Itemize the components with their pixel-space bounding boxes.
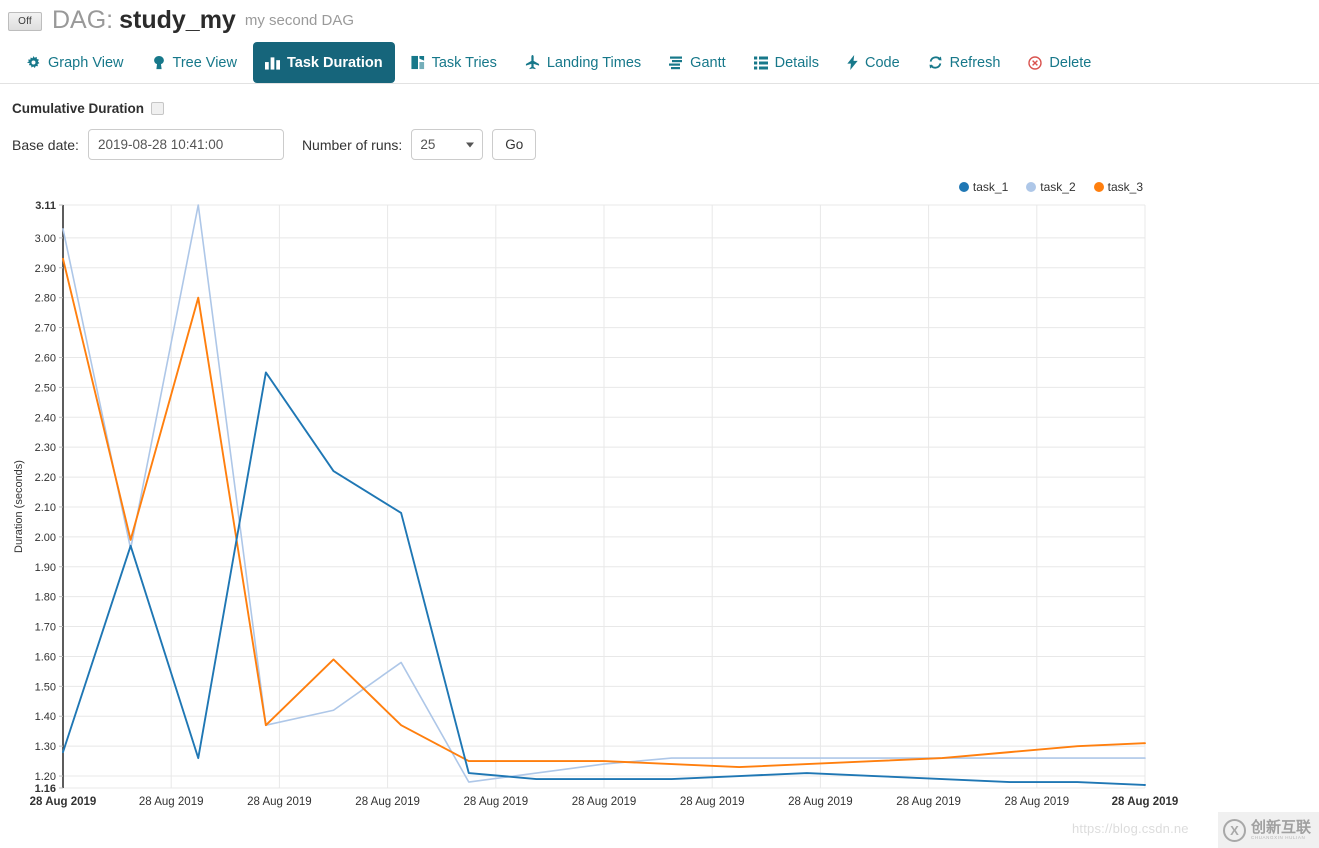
y-tick-label: 1.20 [35, 771, 56, 783]
tab-task-tries[interactable]: Task Tries [399, 42, 509, 83]
dag-id-title: study_my [119, 5, 236, 34]
x-tick-label: 28 Aug 2019 [139, 796, 204, 808]
watermark-brand-subtitle: CHUANGXIN HULIAN [1251, 835, 1306, 841]
cumulative-duration-row: Cumulative Duration [12, 101, 1319, 116]
bolt-icon [847, 55, 858, 70]
chart-y-axis-title: Duration (seconds) [13, 460, 25, 553]
tab-label: Details [774, 54, 819, 71]
dag-pause-toggle[interactable]: Off [8, 11, 42, 31]
y-tick-label: 1.80 [35, 592, 56, 604]
watermark-url: https://blog.csdn.ne [1072, 821, 1189, 836]
tab-delete[interactable]: Delete [1016, 42, 1103, 83]
y-tick-label: 2.40 [35, 412, 56, 424]
x-tick-label: 28 Aug 2019 [464, 796, 529, 808]
y-tick-label: 2.90 [35, 263, 56, 275]
dag-tab-bar: Graph View Tree View Task Duration Task … [0, 42, 1319, 84]
go-button[interactable]: Go [492, 129, 537, 160]
tab-landing-times[interactable]: Landing Times [513, 42, 653, 83]
tab-label: Delete [1049, 54, 1092, 71]
tab-graph-view[interactable]: Graph View [14, 42, 136, 83]
chart-controls: Cumulative Duration Base date: Number of… [0, 101, 1319, 160]
y-tick-label: 1.40 [35, 711, 56, 723]
x-tick-label: 28 Aug 2019 [30, 796, 97, 808]
tab-label: Refresh [949, 54, 1001, 71]
x-tick-label: 28 Aug 2019 [788, 796, 853, 808]
details-list-icon [753, 56, 768, 70]
chart-axes [59, 204, 64, 789]
dag-prefix-label: DAG: [52, 5, 114, 34]
chart-y-tick-labels: 1.161.20 1.30 1.40 1.50 1.60 1.70 1.80 1.90 2.00… [35, 200, 56, 795]
number-of-runs-label: Number of runs: [301, 136, 403, 153]
chevron-down-icon [466, 142, 475, 147]
y-tick-label: 2.30 [35, 442, 56, 454]
x-tick-label: 28 Aug 2019 [1112, 796, 1179, 808]
tab-label: Tree View [172, 54, 237, 71]
tab-refresh[interactable]: Refresh [916, 42, 1013, 83]
tab-tree-view[interactable]: Tree View [140, 42, 249, 83]
chart-x-tick-labels: 28 Aug 2019 28 Aug 2019 28 Aug 2019 28 Aug … [30, 796, 1179, 808]
x-tick-label: 28 Aug 2019 [1005, 796, 1070, 808]
number-of-runs-value: 25 [420, 137, 436, 152]
dag-header: Off DAG: study_my my second DAG [0, 0, 1319, 34]
watermark-badge: X 创新互联 CHUANGXIN HULIAN [1218, 812, 1319, 848]
y-tick-label: 2.80 [35, 293, 56, 305]
tab-label: Gantt [690, 54, 726, 71]
y-tick-label: 1.50 [35, 681, 56, 693]
y-tick-label: 1.60 [35, 651, 56, 663]
y-tick-label: 3.11 [35, 200, 56, 212]
tab-task-duration[interactable]: Task Duration [252, 42, 395, 83]
x-tick-label: 28 Aug 2019 [572, 796, 637, 808]
tab-gantt[interactable]: Gantt [657, 42, 737, 83]
chart-gridlines [62, 204, 1146, 789]
cumulative-duration-checkbox[interactable] [151, 102, 165, 115]
y-tick-label: 1.30 [35, 741, 56, 753]
y-tick-label: 2.70 [35, 323, 56, 335]
y-tick-label: 2.00 [35, 532, 56, 544]
tab-label: Code [864, 54, 900, 71]
tab-label: Task Duration [286, 54, 383, 71]
base-date-input[interactable] [87, 129, 284, 160]
watermark-logo-icon: X [1223, 818, 1246, 842]
task-tries-icon [411, 55, 425, 70]
refresh-icon [928, 55, 943, 70]
tab-details[interactable]: Details [742, 42, 831, 83]
bar-chart-icon [264, 56, 280, 70]
dag-description: my second DAG [244, 11, 355, 29]
number-of-runs-select[interactable]: 25 [411, 129, 484, 160]
chart-svg[interactable]: 1.161.20 1.30 1.40 1.50 1.60 1.70 1.80 1.90 2.00… [0, 170, 1319, 815]
x-tick-label: 28 Aug 2019 [896, 796, 961, 808]
y-axis-title-text: Duration (seconds) [13, 460, 25, 553]
page-root: Off DAG: study_my my second DAG Graph Vi… [0, 0, 1319, 848]
tab-label: Landing Times [546, 54, 642, 71]
y-tick-label: 2.20 [35, 472, 56, 484]
tab-label: Task Tries [431, 54, 497, 71]
base-date-label: Base date: [12, 136, 79, 153]
tab-label: Graph View [48, 54, 124, 71]
y-tick-label: 1.16 [35, 783, 56, 795]
x-tick-label: 28 Aug 2019 [680, 796, 745, 808]
plane-icon [525, 55, 540, 70]
base-date-form: Base date: Number of runs: 25 Go [12, 129, 1319, 160]
task-duration-chart: 1.16 1.20 1.30 1.40 1.50 1.60 1.70 1.80 1.90 2.00… [0, 170, 1319, 815]
delete-circle-icon [1028, 55, 1043, 70]
y-tick-label: 1.70 [35, 622, 56, 634]
cumulative-duration-label: Cumulative Duration [12, 101, 145, 116]
y-tick-label: 3.00 [35, 233, 56, 245]
y-tick-label: 2.50 [35, 382, 56, 394]
y-tick-label: 1.90 [35, 562, 56, 574]
tab-code[interactable]: Code [835, 42, 912, 83]
gantt-icon [669, 56, 683, 70]
watermark-brand-name: 创新互联 [1251, 818, 1312, 836]
y-tick-label: 2.10 [35, 502, 56, 514]
y-tick-label: 2.60 [35, 352, 56, 364]
graph-icon [26, 55, 41, 70]
x-tick-label: 28 Aug 2019 [247, 796, 312, 808]
tree-icon [152, 55, 166, 70]
x-tick-label: 28 Aug 2019 [355, 796, 420, 808]
